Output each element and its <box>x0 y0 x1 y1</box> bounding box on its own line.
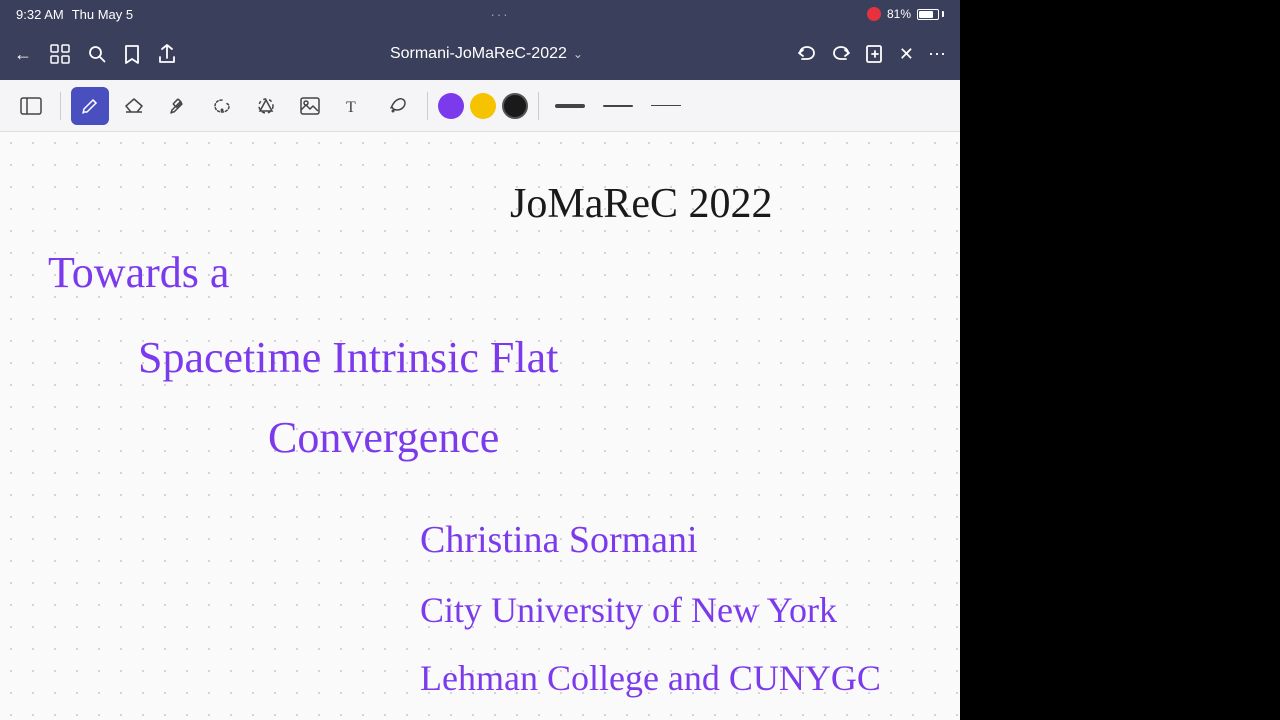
separator-1 <box>60 92 61 120</box>
nav-bar: ← <box>0 28 960 80</box>
color-yellow-swatch[interactable] <box>470 93 496 119</box>
battery-fill <box>919 11 933 18</box>
battery-icon <box>917 9 944 20</box>
battery-tip <box>942 11 944 17</box>
nav-left: ← <box>14 44 176 65</box>
text-tool-button[interactable]: T <box>335 87 373 125</box>
pen-tool-button[interactable] <box>71 87 109 125</box>
add-page-button[interactable] <box>865 44 885 64</box>
separator-3 <box>538 92 539 120</box>
bookmark-button[interactable] <box>124 44 140 64</box>
shape-tool-button[interactable] <box>247 87 285 125</box>
line-weight-medium-button[interactable] <box>597 91 639 121</box>
institution1-text: City University of New York <box>420 590 837 630</box>
nav-center: Sormani-JoMaReC-2022 ⌄ <box>390 45 583 63</box>
battery-percent: 81% <box>887 7 911 21</box>
line-thin-icon <box>651 105 681 106</box>
recording-indicator <box>867 7 881 21</box>
collapse-sidebar-button[interactable] <box>12 87 50 125</box>
status-right: 81% <box>867 7 944 21</box>
grid-button[interactable] <box>50 44 70 64</box>
time-display: 9:32 AM <box>16 7 64 22</box>
color-black-swatch[interactable] <box>502 93 528 119</box>
toolbar: T <box>0 80 960 132</box>
institution2-text: Lehman College and CUNYGC <box>420 658 881 698</box>
more-button[interactable]: ⋯ <box>928 44 946 65</box>
date-display: Thu May 5 <box>72 7 133 22</box>
line-weight-thick-button[interactable] <box>549 91 591 121</box>
title-chevron-icon[interactable]: ⌄ <box>573 47 583 61</box>
redo-button[interactable] <box>831 45 851 63</box>
line-weight-thin-button[interactable] <box>645 91 687 121</box>
spacetime-text: Spacetime Intrinsic Flat <box>138 333 558 382</box>
separator-2 <box>427 92 428 120</box>
undo-button[interactable] <box>797 45 817 63</box>
status-bar: 9:32 AM Thu May 5 ··· 81% <box>0 0 960 28</box>
search-button[interactable] <box>88 45 106 63</box>
status-left: 9:32 AM Thu May 5 <box>16 7 133 22</box>
convergence-text: Convergence <box>268 413 499 462</box>
image-tool-button[interactable] <box>291 87 329 125</box>
svg-text:T: T <box>346 99 356 115</box>
back-button[interactable]: ← <box>14 44 32 65</box>
author-text: Christina Sormani <box>420 519 698 561</box>
ipad-display: 9:32 AM Thu May 5 ··· 81% ← <box>0 0 960 720</box>
highlighter-tool-button[interactable] <box>159 87 197 125</box>
canvas-area[interactable]: JoMaReC 2022 Towards a Spacetime Intrins… <box>0 132 960 720</box>
towards-text: Towards a <box>48 248 229 297</box>
color-purple-swatch[interactable] <box>438 93 464 119</box>
share-button[interactable] <box>158 44 176 64</box>
note-handwriting-svg: JoMaReC 2022 Towards a Spacetime Intrins… <box>0 132 960 720</box>
lasso-tool-button[interactable] <box>203 87 241 125</box>
nav-right: ✕ ⋯ <box>797 44 946 65</box>
close-button[interactable]: ✕ <box>899 44 914 65</box>
line-thick-icon <box>555 104 585 108</box>
battery-body <box>917 9 939 20</box>
ink-tool-button[interactable] <box>379 87 417 125</box>
line-medium-icon <box>603 105 633 107</box>
eraser-tool-button[interactable] <box>115 87 153 125</box>
title-text: JoMaReC 2022 <box>510 181 773 227</box>
status-ellipsis: ··· <box>491 7 510 22</box>
right-panel <box>960 0 1280 720</box>
document-title: Sormani-JoMaReC-2022 <box>390 45 567 63</box>
